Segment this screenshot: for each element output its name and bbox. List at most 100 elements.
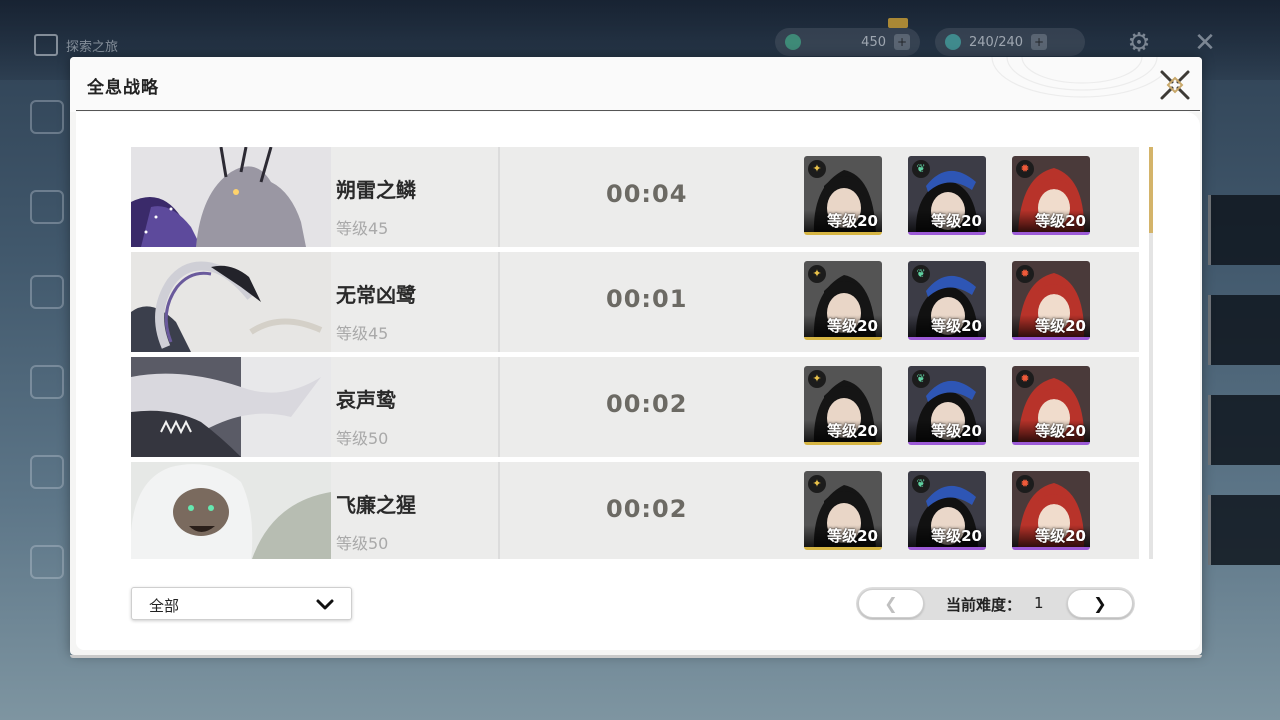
team-lineup: ✦ 等级20 ❦ 等级20 ✹ 等级20: [804, 156, 1090, 235]
background-stamina-value: 240/240: [969, 34, 1024, 50]
background-menu-icon: [30, 100, 64, 134]
dialog-title: 全息战略: [87, 78, 159, 98]
background-side-panel: [1208, 195, 1280, 635]
difficulty-label: 当前难度：: [946, 596, 1022, 614]
member-level: 等级20: [908, 315, 986, 337]
background-menu-icon: [30, 275, 64, 309]
team-member-card[interactable]: ✹ 等级20: [1012, 471, 1090, 550]
background-home-label: 探索之旅: [66, 39, 119, 55]
boss-record-row[interactable]: 朔雷之鳞 等级45 00:04 ✦ 等级20 ❦ 等级20 ✹ 等级20: [131, 147, 1139, 247]
clear-time: 00:02: [606, 495, 688, 523]
boss-level: 等级45: [336, 324, 389, 343]
member-level: 等级20: [804, 315, 882, 337]
team-member-card[interactable]: ❦ 等级20: [908, 156, 986, 235]
difficulty-selector: ❮ 当前难度： 1 ❯: [856, 587, 1135, 620]
currency-icon: [785, 34, 801, 50]
row-divider: [498, 357, 500, 457]
dialog-header: 全息战略: [70, 57, 1202, 112]
fusion-icon: ✹: [1016, 475, 1034, 493]
clear-time: 00:02: [606, 390, 688, 418]
plus-icon: +: [894, 34, 910, 50]
header-divider: [76, 110, 1200, 111]
boss-name: 哀声鸷: [336, 388, 396, 412]
team-member-card[interactable]: ✹ 等级20: [1012, 261, 1090, 340]
chevron-down-icon: [316, 599, 334, 610]
boss-record-row[interactable]: 无常凶鹭 等级45 00:01 ✦ 等级20 ❦ 等级20 ✹ 等级20: [131, 252, 1139, 352]
fusion-icon: ✹: [1016, 370, 1034, 388]
team-member-card[interactable]: ❦ 等级20: [908, 471, 986, 550]
background-currency-pill: 450 +: [775, 18, 920, 56]
boss-record-row[interactable]: 哀声鸷 等级50 00:02 ✦ 等级20 ❦ 等级20 ✹ 等级20: [131, 357, 1139, 457]
previous-difficulty-button[interactable]: ❮: [858, 589, 924, 618]
stamina-icon: [945, 34, 961, 50]
plus-icon: +: [1031, 34, 1048, 50]
boss-portrait: [131, 462, 331, 559]
member-level: 等级20: [908, 420, 986, 442]
difficulty-value: 1: [1034, 594, 1044, 612]
filter-selected-value: 全部: [149, 597, 180, 615]
team-member-card[interactable]: ✦ 等级20: [804, 366, 882, 445]
member-level: 等级20: [804, 420, 882, 442]
list-scrollbar[interactable]: [1149, 147, 1153, 559]
boss-portrait: [131, 357, 331, 457]
member-level: 等级20: [1012, 420, 1090, 442]
next-difficulty-button[interactable]: ❯: [1067, 589, 1133, 618]
background-menu-icon: [30, 455, 64, 489]
filter-dropdown[interactable]: 全部: [131, 587, 352, 620]
boss-name: 无常凶鹭: [336, 283, 416, 307]
home-icon: [34, 34, 58, 56]
member-level: 等级20: [1012, 525, 1090, 547]
member-level: 等级20: [1012, 315, 1090, 337]
background-menu-icon: [30, 190, 64, 224]
background-stamina-pill: 240/240 +: [935, 28, 1085, 56]
aero-icon: ❦: [912, 160, 930, 178]
background-currency-value: 450: [861, 34, 886, 50]
close-button[interactable]: [1157, 67, 1193, 103]
team-member-card[interactable]: ✦ 等级20: [804, 261, 882, 340]
aero-icon: ❦: [912, 265, 930, 283]
settings-icon: ⚙: [1127, 28, 1151, 58]
spectro-icon: ✦: [808, 265, 826, 283]
boss-record-row[interactable]: 飞廉之猩 等级50 00:02 ✦ 等级20 ❦ 等级20 ✹ 等级20: [131, 462, 1139, 559]
aero-icon: ❦: [912, 475, 930, 493]
holographic-strategy-dialog: 全息战略 朔雷之鳞 等级45 00:04 ✦ 等级20 ❦ 等级20 ✹ 等级2…: [70, 57, 1202, 658]
row-divider: [498, 147, 500, 247]
team-member-card[interactable]: ❦ 等级20: [908, 261, 986, 340]
member-level: 等级20: [908, 210, 986, 232]
boss-name: 飞廉之猩: [336, 493, 416, 517]
boss-record-list[interactable]: 朔雷之鳞 等级45 00:04 ✦ 等级20 ❦ 等级20 ✹ 等级20 无常凶…: [131, 147, 1145, 559]
boss-portrait: [131, 252, 331, 352]
team-member-card[interactable]: ✹ 等级20: [1012, 156, 1090, 235]
clear-time: 00:04: [606, 180, 688, 208]
team-lineup: ✦ 等级20 ❦ 等级20 ✹ 等级20: [804, 366, 1090, 445]
boss-portrait: [131, 147, 331, 247]
spectro-icon: ✦: [808, 160, 826, 178]
boss-name: 朔雷之鳞: [336, 178, 416, 202]
row-divider: [498, 462, 500, 559]
fusion-icon: ✹: [1016, 265, 1034, 283]
member-level: 等级20: [804, 210, 882, 232]
team-member-card[interactable]: ❦ 等级20: [908, 366, 986, 445]
team-lineup: ✦ 等级20 ❦ 等级20 ✹ 等级20: [804, 471, 1090, 550]
fusion-icon: ✹: [1016, 160, 1034, 178]
member-level: 等级20: [804, 525, 882, 547]
header-decoration: [991, 57, 1162, 98]
team-member-card[interactable]: ✦ 等级20: [804, 471, 882, 550]
dialog-content: 朔雷之鳞 等级45 00:04 ✦ 等级20 ❦ 等级20 ✹ 等级20 无常凶…: [76, 112, 1200, 650]
team-member-card[interactable]: ✦ 等级20: [804, 156, 882, 235]
clear-time: 00:01: [606, 285, 688, 313]
member-level: 等级20: [1012, 210, 1090, 232]
team-lineup: ✦ 等级20 ❦ 等级20 ✹ 等级20: [804, 261, 1090, 340]
background-home-button: 探索之旅: [34, 34, 118, 56]
boss-level: 等级50: [336, 534, 389, 553]
row-divider: [498, 252, 500, 352]
badge-icon: [888, 18, 908, 28]
close-icon: ✕: [1194, 28, 1216, 58]
spectro-icon: ✦: [808, 370, 826, 388]
scrollbar-thumb[interactable]: [1149, 147, 1153, 233]
background-menu-icon: [30, 365, 64, 399]
boss-level: 等级45: [336, 219, 389, 238]
member-level: 等级20: [908, 525, 986, 547]
team-member-card[interactable]: ✹ 等级20: [1012, 366, 1090, 445]
spectro-icon: ✦: [808, 475, 826, 493]
